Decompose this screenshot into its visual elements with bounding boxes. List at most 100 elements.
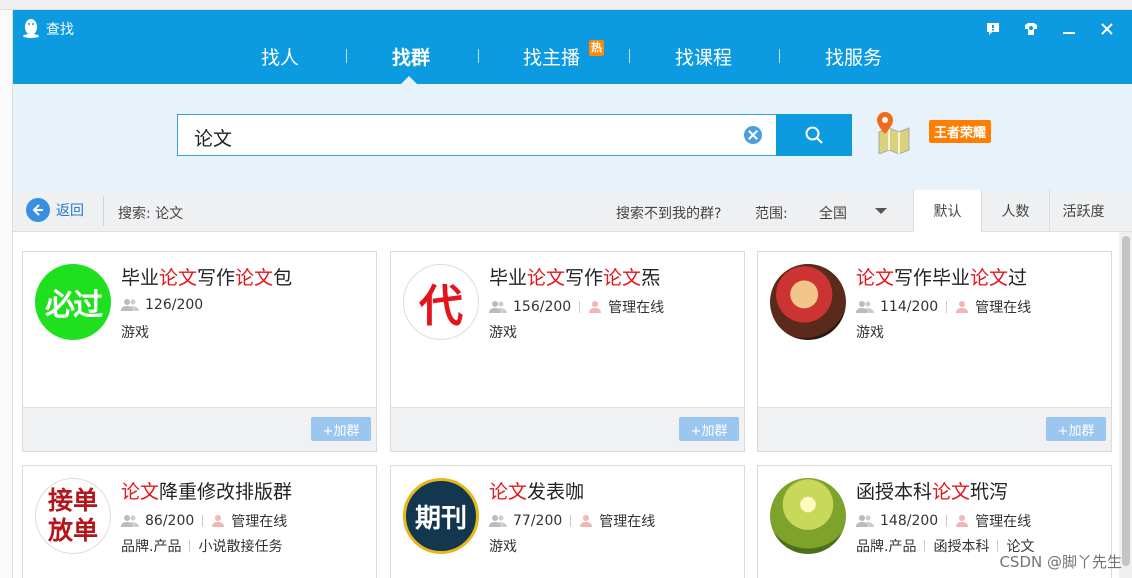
search-input[interactable]: 论文	[177, 114, 777, 156]
range-select[interactable]: 全国	[819, 203, 847, 223]
title-highlight: 论文	[489, 481, 528, 503]
range-label: 范围:	[755, 206, 788, 222]
group-name[interactable]: 论文写作毕业论文过	[856, 263, 1027, 290]
group-tag: 游戏	[121, 325, 149, 341]
join-group-button[interactable]: +加群	[679, 417, 739, 441]
group-tag: 游戏	[489, 325, 517, 341]
card-footer: +加群	[391, 407, 744, 451]
members-icon	[489, 301, 507, 313]
meta-divider	[946, 301, 948, 313]
group-tags: 游戏	[121, 322, 149, 342]
members-icon	[121, 299, 139, 311]
meta-divider	[202, 515, 204, 527]
group-avatar	[770, 264, 846, 340]
group-card[interactable]: 必过 毕业论文写作论文包 126/200 游戏 +加群	[22, 251, 377, 452]
group-name[interactable]: 论文降重修改排版群	[121, 477, 292, 504]
minimize-icon	[1063, 32, 1075, 34]
back-arrow-icon	[26, 198, 50, 222]
sort-tab-activity[interactable]: 活跃度	[1049, 190, 1117, 232]
members-icon	[489, 515, 507, 527]
member-count: 86/200	[145, 513, 195, 529]
group-name[interactable]: 论文发表咖	[489, 477, 584, 504]
avatar-text: 期刊	[414, 503, 467, 534]
group-tags: 游戏	[489, 536, 517, 556]
group-meta: 126/200	[121, 297, 203, 313]
tab-find-people[interactable]: 找人	[261, 43, 299, 70]
results-scrollbar[interactable]	[1119, 232, 1132, 578]
tab-find-courses[interactable]: 找课程	[675, 43, 732, 70]
manager-status: 管理在线	[975, 300, 1032, 316]
group-tag: 游戏	[489, 539, 517, 555]
feedback-icon	[987, 23, 999, 35]
sort-tab-members[interactable]: 人数	[981, 190, 1049, 232]
group-name[interactable]: 毕业论文写作论文炁	[489, 263, 660, 290]
tab-find-services[interactable]: 找服务	[825, 43, 882, 70]
join-group-button[interactable]: +加群	[311, 417, 371, 441]
scrollbar-thumb[interactable]	[1122, 236, 1130, 566]
nav-divider	[629, 49, 630, 63]
meta-divider	[579, 301, 581, 313]
minimize-button[interactable]	[1050, 18, 1088, 40]
manager-icon	[956, 515, 969, 527]
group-tag: 函授本科	[933, 539, 990, 555]
group-tag: 品牌.产品	[121, 539, 182, 555]
group-card[interactable]: 代 毕业论文写作论文炁 156/200 管理在线 游戏 +加群	[390, 251, 745, 452]
close-button[interactable]	[1088, 18, 1126, 40]
manager-icon	[212, 515, 225, 527]
meta-divider	[946, 515, 948, 527]
tab-find-streamers[interactable]: 找主播	[523, 43, 580, 70]
clear-icon[interactable]	[744, 126, 762, 144]
search-icon	[805, 126, 823, 144]
members-icon	[856, 515, 874, 527]
game-tag-badge[interactable]: 王者荣耀	[929, 120, 992, 143]
close-icon	[1101, 23, 1113, 35]
feedback-button[interactable]	[974, 18, 1012, 40]
join-group-button[interactable]: +加群	[1046, 417, 1106, 441]
search-button[interactable]	[776, 114, 852, 156]
skin-button[interactable]	[1012, 18, 1050, 40]
title-highlight: 论文	[856, 267, 895, 289]
group-meta: 86/200 管理在线	[121, 511, 287, 531]
window-controls	[974, 18, 1126, 40]
title-part: 过	[1008, 267, 1028, 289]
manager-status: 管理在线	[599, 514, 656, 530]
title-bar: 查找 找人 找群 找主播 热 找课程 找服务	[13, 10, 1132, 84]
group-card[interactable]: 接单 放单 论文降重修改排版群 86/200 管理在线 品牌.产品 小说散接任务	[22, 465, 377, 578]
manager-icon	[956, 301, 969, 313]
title-highlight: 论文	[527, 267, 566, 289]
title-part: 写作	[565, 267, 604, 289]
sort-tab-default[interactable]: 默认	[913, 190, 981, 232]
chevron-down-icon[interactable]	[875, 208, 887, 214]
back-button[interactable]: 返回	[26, 198, 84, 222]
group-meta: 77/200 管理在线	[489, 511, 655, 531]
avatar-text: 放单	[47, 516, 98, 545]
search-summary: 搜索: 论文	[118, 206, 184, 222]
background-sidebar	[0, 10, 13, 578]
group-tag: 品牌.产品	[856, 539, 917, 555]
penguin-logo-icon	[23, 19, 39, 38]
meta-divider	[924, 540, 926, 552]
member-count: 77/200	[513, 513, 563, 529]
nav-divider	[346, 49, 347, 63]
member-count: 126/200	[145, 297, 204, 313]
hot-badge: 热	[589, 40, 604, 56]
group-card[interactable]: 论文写作毕业论文过 114/200 管理在线 游戏 +加群	[757, 251, 1112, 452]
title-part: 函授本科	[856, 481, 933, 503]
tab-find-groups[interactable]: 找群	[392, 43, 430, 70]
group-tag: 游戏	[856, 325, 884, 341]
nav-divider	[779, 49, 780, 63]
group-name[interactable]: 函授本科论文玳泻	[856, 477, 1008, 504]
cannot-find-link[interactable]: 搜索不到我的群?	[616, 203, 721, 223]
title-part: 玳泻	[970, 481, 1009, 503]
nav-tabs: 找人 找群 找主播 热 找课程 找服务	[13, 40, 1132, 84]
title-part: 包	[273, 267, 293, 289]
group-name[interactable]: 毕业论文写作论文包	[121, 263, 292, 290]
location-map-icon[interactable]	[873, 110, 911, 154]
filter-bar: 返回 搜索: 论文 搜索不到我的群? 范围: 全国 默认 人数 活跃度	[13, 190, 1132, 232]
meta-divider	[997, 540, 999, 552]
meta-divider	[570, 515, 572, 527]
member-count: 114/200	[880, 299, 939, 315]
group-card[interactable]: 期刊 论文发表咖 77/200 管理在线 游戏	[390, 465, 745, 578]
find-window: 查找 找人 找群 找主播 热 找课程 找服务 论文 王者荣耀 返回 搜索: 论文…	[13, 10, 1132, 578]
group-tags: 游戏	[489, 322, 517, 342]
